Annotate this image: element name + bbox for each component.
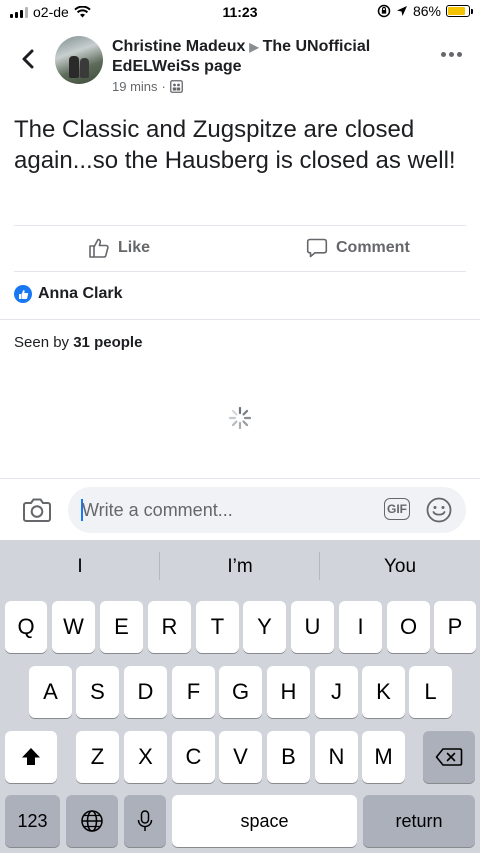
key-t[interactable]: T <box>196 601 239 653</box>
key-j[interactable]: J <box>315 666 358 718</box>
location-icon <box>396 6 407 16</box>
seen-count: 31 people <box>73 334 143 351</box>
comment-button[interactable]: Comment <box>306 237 410 259</box>
divider <box>14 271 466 272</box>
like-reaction-icon <box>14 285 32 303</box>
key-w[interactable]: W <box>52 601 95 653</box>
meta-separator: · <box>161 79 166 94</box>
status-right: 86% <box>377 3 473 19</box>
divider <box>14 225 466 226</box>
reactor-name: Anna Clark <box>38 285 123 302</box>
microphone-icon <box>137 810 153 831</box>
space-key[interactable]: space <box>172 795 357 847</box>
arrow-right-icon: ▶ <box>249 40 259 54</box>
like-label: Like <box>118 239 151 256</box>
return-key[interactable]: return <box>363 795 475 847</box>
suggestion-2[interactable]: I’m <box>161 556 319 578</box>
loading-spinner-icon <box>228 406 252 430</box>
globe-key[interactable] <box>66 795 118 847</box>
key-z[interactable]: Z <box>76 731 119 783</box>
orientation-lock-icon <box>377 4 391 18</box>
reaction-summary[interactable]: Anna Clark <box>14 285 122 303</box>
comment-label: Comment <box>336 239 410 256</box>
author-name[interactable]: Christine Madeux <box>112 38 245 55</box>
camera-icon[interactable] <box>22 495 52 525</box>
emoji-icon[interactable] <box>426 497 452 523</box>
more-options-icon[interactable] <box>441 52 462 57</box>
post-header: Christine Madeux ▶ The UNofficial EdELWeiS… <box>112 37 412 77</box>
comment-input[interactable]: Write a comment... GIF <box>68 487 466 533</box>
comment-bubble-icon <box>306 238 328 258</box>
key-e[interactable]: E <box>100 601 143 653</box>
key-s[interactable]: S <box>76 666 119 718</box>
key-u[interactable]: U <box>291 601 334 653</box>
suggestion-1[interactable]: I <box>1 556 159 578</box>
like-button[interactable]: Like <box>88 237 150 259</box>
key-i[interactable]: I <box>339 601 382 653</box>
key-m[interactable]: M <box>362 731 405 783</box>
suggestion-bar: I I’m You <box>0 540 480 592</box>
post-time[interactable]: 19 mins <box>112 79 158 94</box>
back-arrow-icon[interactable] <box>18 46 40 72</box>
battery-percent: 86% <box>412 3 441 19</box>
key-x[interactable]: X <box>124 731 167 783</box>
keyboard: I I’m You Q W E R T Y U I O P A S D F G … <box>0 540 480 853</box>
key-h[interactable]: H <box>267 666 310 718</box>
key-p[interactable]: P <box>434 601 476 653</box>
seen-prefix: Seen by <box>14 334 70 351</box>
key-r[interactable]: R <box>148 601 191 653</box>
key-f[interactable]: F <box>172 666 215 718</box>
divider <box>0 319 480 320</box>
comment-bar: Write a comment... GIF <box>0 478 480 541</box>
key-l[interactable]: L <box>409 666 452 718</box>
shift-key[interactable] <box>5 731 57 783</box>
battery-icon <box>446 5 473 17</box>
microphone-key[interactable] <box>124 795 166 847</box>
comment-placeholder: Write a comment... <box>82 500 233 520</box>
backspace-icon <box>435 748 463 766</box>
avatar[interactable] <box>55 36 103 84</box>
key-o[interactable]: O <box>387 601 430 653</box>
key-d[interactable]: D <box>124 666 167 718</box>
key-c[interactable]: C <box>172 731 215 783</box>
seen-by[interactable]: Seen by 31 people <box>14 334 142 351</box>
key-a[interactable]: A <box>29 666 72 718</box>
key-y[interactable]: Y <box>243 601 286 653</box>
key-b[interactable]: B <box>267 731 310 783</box>
key-n[interactable]: N <box>315 731 358 783</box>
post-meta: 19 mins · <box>112 79 183 94</box>
numbers-key[interactable]: 123 <box>5 795 60 847</box>
key-g[interactable]: G <box>219 666 262 718</box>
gif-button[interactable]: GIF <box>384 498 410 520</box>
key-q[interactable]: Q <box>5 601 47 653</box>
key-k[interactable]: K <box>362 666 405 718</box>
delete-key[interactable] <box>423 731 475 783</box>
status-bar: o2-de 11:23 86% <box>0 0 480 24</box>
globe-icon <box>81 810 103 832</box>
thumbs-up-icon <box>89 238 109 258</box>
suggestion-3[interactable]: You <box>321 556 479 578</box>
post-actions: Like Comment <box>0 228 480 270</box>
key-v[interactable]: V <box>219 731 262 783</box>
shift-arrow-icon <box>22 748 40 765</box>
post-text: The Classic and Zugspitze are closed aga… <box>14 116 456 174</box>
group-privacy-icon <box>169 80 183 93</box>
